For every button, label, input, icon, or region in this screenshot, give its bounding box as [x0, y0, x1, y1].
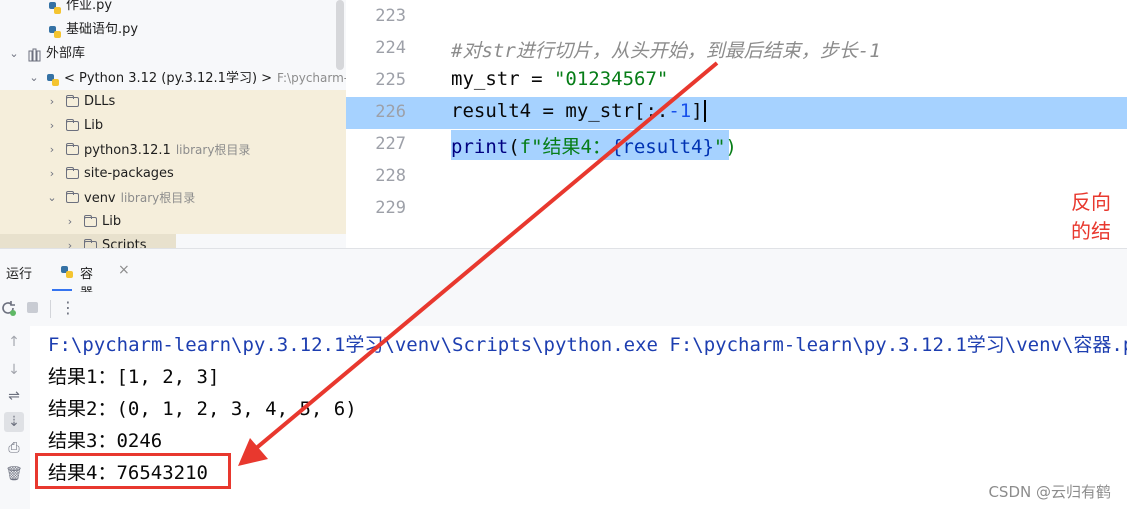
tree-item-label: DLLs	[84, 94, 116, 109]
chevron-right-icon[interactable]: ›	[64, 210, 76, 234]
console-line: 结果2：(0, 1, 2, 3, 4, 5, 6)	[48, 398, 357, 420]
tree-item-lib[interactable]: › Lib	[0, 114, 346, 138]
stop-icon[interactable]	[27, 302, 38, 313]
folder-icon	[66, 143, 79, 155]
tree-item-hint: library根目录	[175, 143, 251, 157]
text-cursor	[703, 100, 706, 122]
line-number: 223	[375, 6, 406, 26]
chevron-right-icon[interactable]: ›	[46, 114, 58, 138]
python-file-icon	[48, 24, 62, 38]
arrow-down-icon[interactable]: ↓	[4, 360, 24, 380]
chevron-right-icon[interactable]: ›	[46, 90, 58, 114]
scroll-to-end-icon[interactable]: ⇣	[4, 412, 24, 432]
tab-run-config[interactable]: 容器 ×	[52, 253, 130, 301]
print-icon[interactable]: ⎙	[4, 438, 24, 458]
tree-item-label: site-packages	[84, 166, 174, 181]
tree-item-label: 基础语句.py	[66, 22, 139, 37]
tree-item-label: < Python 3.12 (py.3.12.1学习) >	[64, 71, 273, 86]
python-icon	[60, 264, 74, 283]
code-line-226: result4 = my_str[::-1]	[451, 100, 706, 122]
run-toolbar: ⋮	[0, 292, 1127, 326]
more-options-icon[interactable]: ⋮	[60, 298, 76, 317]
code-line-225: my_str = "01234567"	[451, 68, 669, 90]
console-line: 结果1：[1, 2, 3]	[48, 366, 220, 388]
close-tab-icon[interactable]: ×	[118, 262, 130, 278]
chevron-down-icon[interactable]: ⌄	[46, 186, 58, 210]
chevron-right-icon[interactable]: ›	[46, 138, 58, 162]
tree-item-label: Scripts	[102, 238, 147, 248]
line-number: 226	[375, 102, 406, 122]
tree-item-label: venv	[84, 191, 116, 206]
tree-item-python3121[interactable]: › python3.12.1 library根目录	[0, 138, 346, 162]
folder-icon	[66, 167, 79, 179]
line-number: 229	[375, 198, 406, 218]
tree-item-label: 作业.py	[66, 0, 113, 13]
tree-item-python-sdk[interactable]: ⌄ < Python 3.12 (py.3.12.1学习) > F:\pychar…	[0, 66, 346, 90]
python-file-icon	[48, 0, 62, 14]
chevron-right-icon[interactable]: ›	[64, 234, 76, 248]
arrow-up-icon[interactable]: ↑	[4, 332, 24, 352]
tree-item-label: python3.12.1	[84, 143, 171, 158]
console-line-command: F:\pycharm-learn\py.3.12.1学习\venv\Script…	[48, 334, 1127, 356]
tree-item-scripts[interactable]: › Scripts	[0, 234, 176, 248]
folder-icon	[66, 95, 79, 107]
python-icon	[46, 72, 60, 86]
chevron-right-icon[interactable]: ›	[46, 162, 58, 186]
tree-scrollbar[interactable]	[336, 0, 344, 70]
tree-item-label: Lib	[84, 118, 104, 133]
watermark: CSDN @云归有鹤	[988, 483, 1111, 501]
console-sidebar: ↑ ↓ ⇌ ⇣ ⎙ 🗑	[0, 326, 30, 509]
chevron-down-icon[interactable]: ⌄	[8, 42, 20, 66]
tree-item-jichu[interactable]: 基础语句.py	[0, 18, 346, 42]
tree-item-label: Lib	[102, 214, 122, 229]
toolbar-divider	[50, 300, 51, 318]
highlight-box	[35, 453, 231, 489]
rerun-icon[interactable]	[0, 300, 16, 320]
tree-item-venv-lib[interactable]: › Lib	[0, 210, 346, 234]
folder-icon	[66, 119, 79, 131]
folder-icon	[84, 239, 97, 248]
library-icon	[28, 47, 42, 62]
run-panel-header: 运行 容器 ×	[0, 248, 1127, 301]
soft-wrap-icon[interactable]: ⇌	[4, 386, 24, 406]
line-number: 224	[375, 38, 406, 58]
chevron-down-icon[interactable]: ⌄	[28, 66, 40, 90]
folder-icon	[84, 215, 97, 227]
run-panel-title: 运行	[6, 267, 33, 282]
code-line-227: print(f"结果4：{result4}")	[451, 136, 737, 158]
line-number: 228	[375, 166, 406, 186]
tree-item-label: 外部库	[46, 46, 86, 61]
project-tree: 作业.py 基础语句.py ⌄ 外部库 ⌄ < Python 3.12 (py.…	[0, 0, 346, 248]
line-number: 225	[375, 70, 406, 90]
code-editor[interactable]: 223 224 225 226 227 228 229 #对str进行切片，从头…	[346, 0, 1127, 272]
folder-icon	[66, 191, 79, 203]
trash-icon[interactable]: 🗑	[4, 464, 24, 484]
tree-item-site-packages[interactable]: › site-packages	[0, 162, 346, 186]
code-comment: #对str进行切片，从头开始，到最后结束，步长-1	[451, 40, 881, 62]
tree-item-external-libs[interactable]: ⌄ 外部库	[0, 42, 346, 66]
line-number: 227	[375, 134, 406, 154]
console-line: 结果3：0246	[48, 430, 163, 452]
tree-item-zuoye[interactable]: 作业.py	[0, 0, 346, 18]
tree-item-venv[interactable]: ⌄ venv library根目录	[0, 186, 346, 210]
tree-item-hint: F:\pycharm-l	[277, 71, 346, 85]
tree-item-dlls[interactable]: › DLLs	[0, 90, 346, 114]
tree-item-hint: library根目录	[120, 191, 196, 205]
